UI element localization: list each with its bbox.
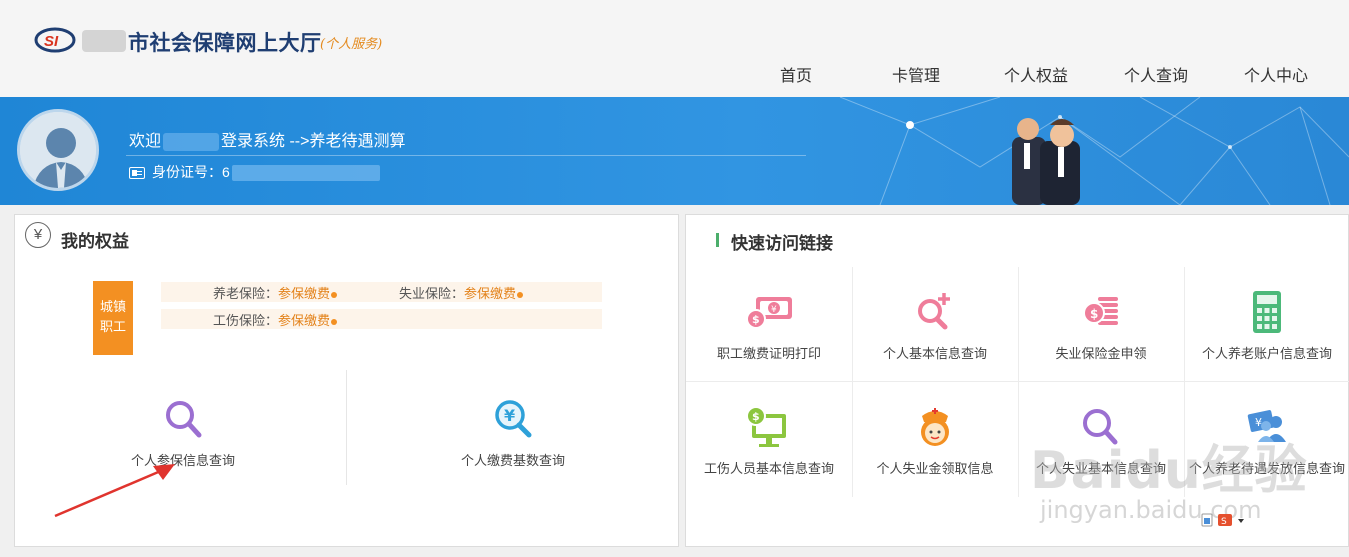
tile-divider [346,370,347,485]
insurance-status: 参保缴费 [464,286,517,301]
status-dot [331,318,338,325]
toolbar-mini-icons[interactable]: S [1200,512,1256,528]
calculator-icon [1253,291,1281,333]
svg-text:S: S [1221,517,1227,527]
svg-text:$: $ [752,313,760,326]
svg-text:SI: SI [44,33,59,50]
my-rights-header: ¥ 我的权益 [15,215,680,257]
redacted-city-name [82,30,126,52]
urban-worker-badge: 城镇 职工 [93,281,133,355]
svg-text:$: $ [752,410,760,423]
title-accent-bar [716,233,719,247]
quick-link-unemployment-claim[interactable]: $ 失业保险金申领 [1018,267,1184,382]
red-arrow-annotation [54,464,175,518]
quick-link-label: 个人失业金领取信息 [876,461,994,476]
insurance-status: 参保缴费 [278,286,331,301]
quick-link-label: 失业保险金申领 [1055,346,1147,361]
contribution-base-query-tile[interactable]: ¥ 个人缴费基数查询 [443,397,583,469]
status-dot [517,291,524,298]
injury-insurance-status: 工伤保险：参保缴费 [213,310,338,329]
baidu-watermark: Baidu经验 [1030,441,1308,501]
id-number-label: 身份证号：6 [152,164,230,180]
welcome-message: 欢迎 登录系统 -->养老待遇测算 [129,127,405,151]
unemployment-insurance-status: 失业保险：参保缴费 [399,283,524,302]
user-banner: 欢迎 登录系统 -->养老待遇测算 身份证号：6 [0,97,1349,205]
status-dot [331,291,338,298]
badge-line-2: 职工 [99,319,126,334]
search-plus-icon [918,293,950,330]
redacted-username [163,132,220,151]
yen-circle-icon: ¥ [25,222,51,248]
insurance-row: 工伤保险：参保缴费 [161,309,602,329]
avatar[interactable] [17,109,99,191]
monitor-dollar-icon: $ [746,406,786,447]
quick-link-injury-info[interactable]: $ 工伤人员基本信息查询 [686,382,852,497]
badge-line-1: 城镇 [99,299,126,314]
my-rights-panel: ¥ 我的权益 城镇 职工 养老保险：参保缴费 失业保险：参保缴费 工伤保险：参保… [14,214,679,547]
svg-text:¥: ¥ [504,406,515,425]
id-card-icon [129,167,145,180]
svg-text:$: $ [1090,307,1098,321]
insurance-label: 养老保险： [213,286,279,301]
quick-link-label: 个人基本信息查询 [882,346,987,361]
money-bill-icon: ¥ $ [746,297,792,329]
insurance-status: 参保缴费 [278,313,331,328]
network-decoration [839,97,1349,205]
si-logo-icon: SI [34,27,76,53]
welcome-suffix: 登录系统 -->养老待遇测算 [221,133,406,150]
nav-card-management[interactable]: 卡管理 [856,62,976,86]
quick-link-basic-info[interactable]: 个人基本信息查询 [852,267,1018,382]
nav-personal-query[interactable]: 个人查询 [1096,62,1216,86]
search-icon [166,401,202,438]
quick-link-label: 工伤人员基本信息查询 [703,461,834,476]
quick-link-payment-certificate[interactable]: ¥ $ 职工缴费证明打印 [686,267,852,382]
insurance-row: 养老保险：参保缴费 失业保险：参保缴费 [161,282,602,302]
quick-links-title: 快速访问链接 [731,234,833,253]
business-figures-illustration [1012,118,1080,205]
pension-insurance-status: 养老保险：参保缴费 [213,283,338,302]
coin-stack-icon: $ [1083,297,1118,325]
quick-link-unemployment-benefits[interactable]: 个人失业金领取信息 [852,382,1018,497]
insurance-label: 失业保险： [399,286,465,301]
nav-home[interactable]: 首页 [736,62,856,86]
page: SI 市社会保障网上大厅 (个人服务) 首页 卡管理 个人权益 个人查询 个人中… [0,0,1349,557]
quick-link-label: 职工缴费证明打印 [716,346,821,361]
welcome-prefix: 欢迎 [129,133,162,150]
quick-link-pension-account[interactable]: 个人养老账户信息查询 [1184,267,1349,382]
nav-personal-center[interactable]: 个人中心 [1216,62,1336,86]
svg-text:¥: ¥ [771,305,777,315]
site-title: 市社会保障网上大厅 [128,32,322,55]
tile-label: 个人缴费基数查询 [460,453,565,468]
site-subtitle: (个人服务) [320,37,383,52]
banner-divider [126,155,806,156]
quick-links-header: 快速访问链接 [686,215,1349,265]
site-header: SI 市社会保障网上大厅 (个人服务) 首页 卡管理 个人权益 个人查询 个人中… [0,0,1349,97]
my-rights-title: 我的权益 [61,232,129,251]
yen-search-icon: ¥ [495,400,532,438]
nav-personal-rights[interactable]: 个人权益 [976,62,1096,86]
insurance-label: 工伤保险： [213,313,279,328]
quick-link-label: 个人养老账户信息查询 [1201,346,1332,361]
nurse-icon [921,408,949,446]
personal-insurance-query-tile[interactable]: 个人参保信息查询 [113,397,253,469]
id-number-row: 身份证号：6 [129,162,380,182]
redacted-id-number [231,165,380,182]
